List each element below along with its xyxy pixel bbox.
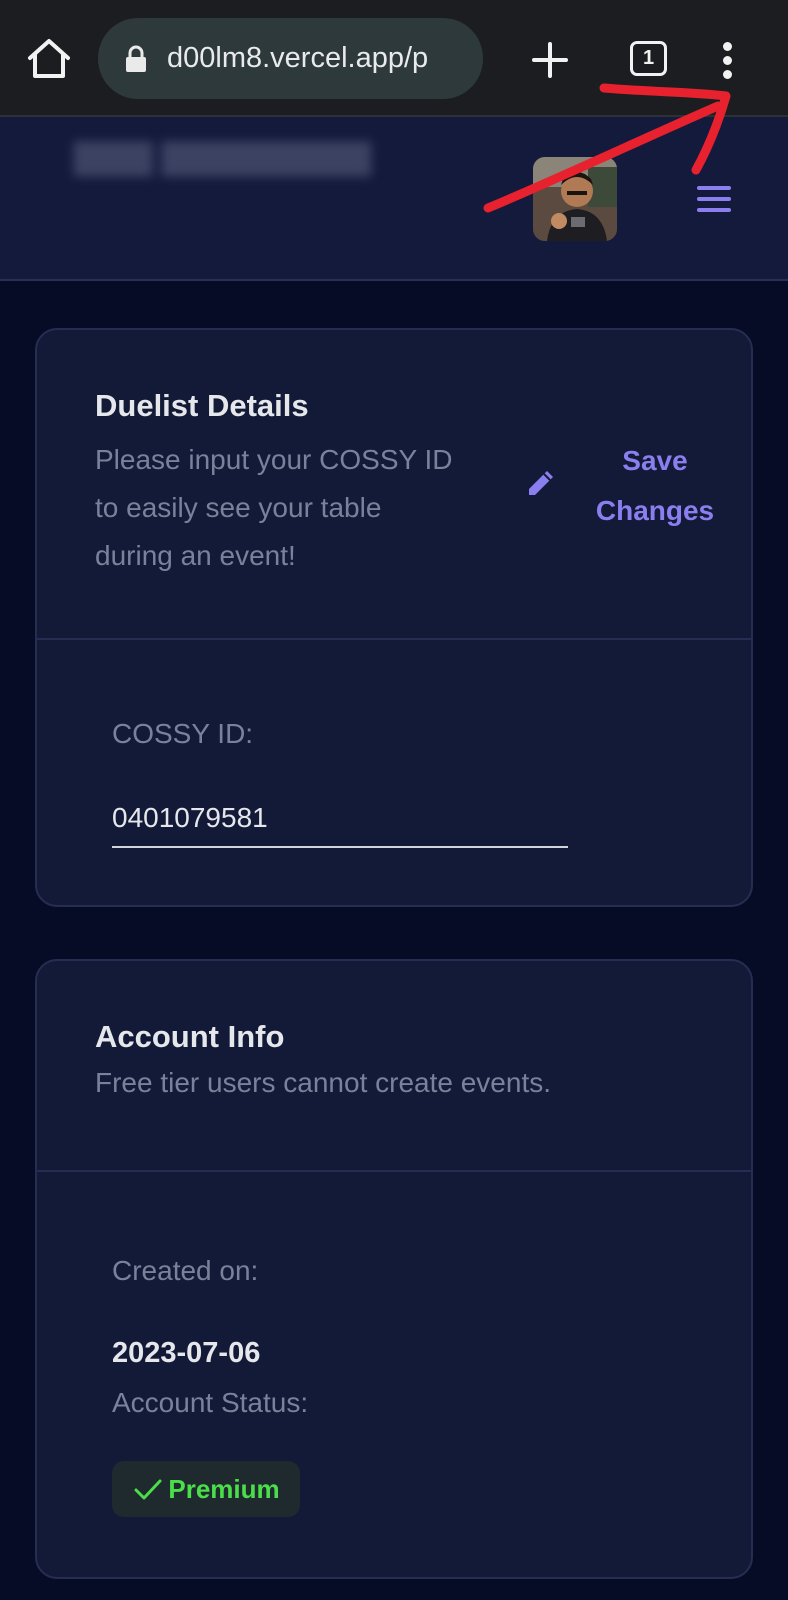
- url-text: d00lm8.vercel.app/p: [167, 42, 429, 74]
- duelist-description-line2: to easily see your table: [95, 492, 382, 523]
- duelist-title: Duelist Details: [95, 388, 309, 423]
- save-label-line1: Save: [622, 445, 688, 476]
- account-card-header: Account Info Free tier users cannot crea…: [37, 961, 751, 1172]
- avatar-photo: [533, 157, 617, 241]
- hamburger-icon[interactable]: [697, 186, 731, 212]
- tab-switcher-button[interactable]: 1: [630, 41, 667, 76]
- account-status-label: Account Status:: [112, 1387, 309, 1418]
- save-changes-button[interactable]: Save Changes: [565, 436, 745, 536]
- lock-icon: [126, 45, 146, 72]
- pencil-icon[interactable]: [523, 465, 559, 501]
- duelist-details-card: Duelist Details Please input your COSSY …: [35, 328, 753, 907]
- blurred-site-title: ▇▇▇ ▇▇▇▇▇▇▇▇: [74, 138, 372, 176]
- cossy-id-label: COSSY ID:: [112, 718, 254, 749]
- account-info-card: Account Info Free tier users cannot crea…: [35, 959, 753, 1579]
- save-label-line2: Changes: [595, 495, 715, 526]
- cossy-id-underline: [112, 846, 568, 848]
- plus-icon[interactable]: [530, 40, 570, 80]
- cossy-id-input[interactable]: 0401079581: [112, 802, 268, 834]
- account-title: Account Info: [95, 1019, 285, 1054]
- duelist-description-line1: Please input your COSSY ID: [95, 444, 453, 475]
- address-bar[interactable]: d00lm8.vercel.app/p: [98, 18, 483, 99]
- status-badge: Premium: [112, 1461, 300, 1517]
- duelist-description-line3: during an event!: [95, 540, 296, 571]
- account-description: Free tier users cannot create events.: [95, 1067, 551, 1098]
- checkmark-icon: [134, 1479, 162, 1500]
- app-header: ▇▇▇ ▇▇▇▇▇▇▇▇: [0, 117, 788, 281]
- home-icon[interactable]: [26, 36, 72, 80]
- more-vert-icon[interactable]: [716, 40, 742, 80]
- avatar[interactable]: [533, 157, 617, 241]
- tab-count: 1: [642, 47, 655, 69]
- premium-label: Premium: [168, 1473, 280, 1504]
- created-on-value: 2023-07-06: [112, 1337, 261, 1369]
- browser-toolbar: d00lm8.vercel.app/p 1: [0, 0, 788, 117]
- duelist-card-header: Duelist Details Please input your COSSY …: [37, 330, 751, 640]
- created-on-label: Created on:: [112, 1255, 259, 1286]
